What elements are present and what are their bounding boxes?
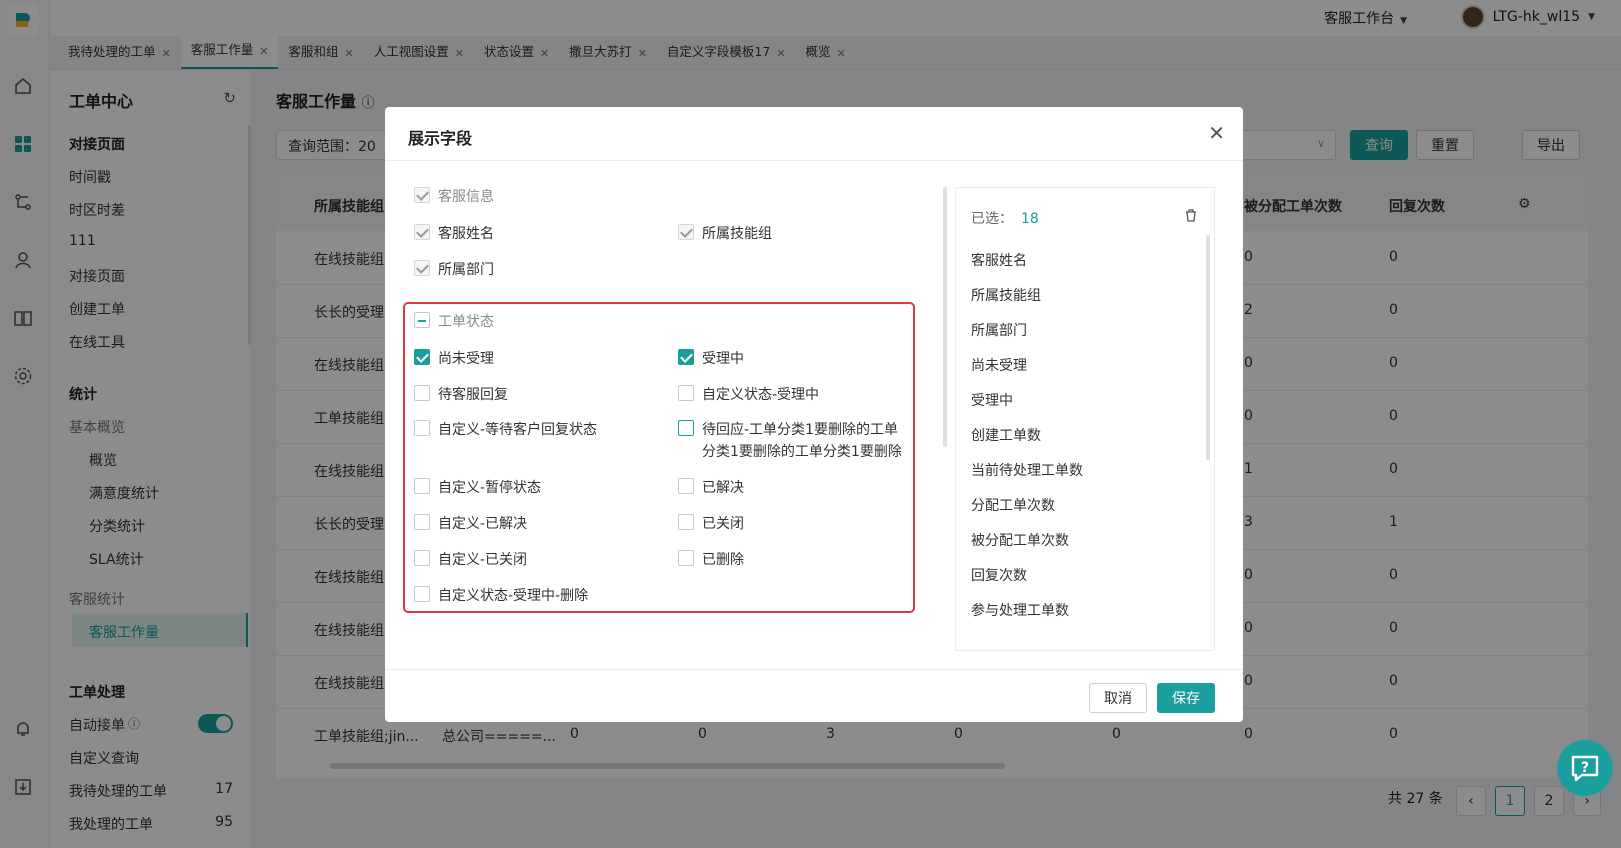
field-checkbox[interactable]	[678, 514, 694, 530]
selected-list-scrollbar[interactable]	[1206, 235, 1210, 460]
selected-field-item[interactable]: 受理中	[971, 390, 1013, 410]
selected-field-item[interactable]: 被分配工单次数	[971, 530, 1069, 550]
help-chat-button[interactable]: ?	[1557, 740, 1613, 796]
field-label: 所属技能组	[702, 226, 772, 242]
field-checkbox[interactable]	[414, 550, 430, 566]
field-checkbox[interactable]	[678, 478, 694, 494]
field-checkbox[interactable]	[678, 349, 694, 365]
selected-field-item[interactable]: 所属技能组	[971, 285, 1041, 305]
selected-fields-panel: 已选： 18 客服姓名 所属技能组 所属部门 尚未受理 受理中 创建工单数 当前待…	[955, 187, 1215, 651]
group-label: 客服信息	[438, 189, 494, 205]
display-fields-modal: 展示字段 ✕ 客服信息 客服姓名 所属技能组 所属部门 工单状态 尚未受理 受理…	[385, 107, 1243, 722]
field-label: 待客服回复	[438, 387, 508, 403]
field-label: 自定义-已关闭	[438, 552, 528, 568]
selected-field-item[interactable]: 尚未受理	[971, 355, 1027, 375]
selected-field-item[interactable]: 回复次数	[971, 565, 1027, 585]
field-checkbox[interactable]	[414, 586, 430, 602]
field-label: 已关闭	[702, 516, 744, 532]
group-label: 工单状态	[438, 314, 494, 330]
field-label: 客服姓名	[438, 226, 494, 242]
field-label: 待回应-工单分类1要删除的工单	[702, 422, 898, 438]
field-label: 受理中	[702, 351, 744, 367]
divider	[385, 669, 1243, 670]
field-label: 自定义-暂停状态	[438, 480, 542, 496]
field-checkbox[interactable]	[414, 385, 430, 401]
field-checkbox[interactable]	[678, 420, 694, 436]
field-label: 自定义-等待客户回复状态	[438, 422, 598, 438]
selected-field-item[interactable]: 当前待处理工单数	[971, 460, 1083, 480]
field-checkbox[interactable]	[414, 349, 430, 365]
selected-count: 已选： 18	[971, 211, 1039, 227]
selected-field-item[interactable]: 所属部门	[971, 320, 1027, 340]
field-label: 自定义状态-受理中	[702, 387, 820, 403]
field-checkbox[interactable]	[414, 478, 430, 494]
selected-field-item[interactable]: 创建工单数	[971, 425, 1041, 445]
selected-field-item[interactable]: 分配工单次数	[971, 495, 1055, 515]
close-icon[interactable]: ✕	[1208, 121, 1225, 145]
cancel-button[interactable]: 取消	[1089, 683, 1147, 713]
field-label: 所属部门	[438, 262, 494, 278]
modal-title: 展示字段	[408, 129, 473, 148]
selected-field-item[interactable]: 客服姓名	[971, 250, 1027, 270]
field-checkbox[interactable]	[414, 514, 430, 530]
field-checkbox[interactable]	[414, 224, 430, 240]
group-checkbox-ticket-status[interactable]	[414, 312, 430, 328]
divider	[385, 160, 1243, 161]
field-label: 自定义-已解决	[438, 516, 528, 532]
field-label: 自定义状态-受理中-删除	[438, 588, 589, 604]
field-label: 已解决	[702, 480, 744, 496]
group-checkbox-agent-info[interactable]	[414, 187, 430, 203]
save-button[interactable]: 保存	[1157, 683, 1215, 713]
field-label: 分类1要删除的工单分类1要删除	[702, 444, 902, 460]
selected-field-item[interactable]: 参与处理工单数	[971, 600, 1069, 620]
field-checkbox[interactable]	[678, 224, 694, 240]
svg-text:?: ?	[1581, 760, 1589, 776]
field-label: 尚未受理	[438, 351, 494, 367]
field-checkbox[interactable]	[678, 385, 694, 401]
field-checkbox[interactable]	[414, 420, 430, 436]
field-checkbox[interactable]	[678, 550, 694, 566]
field-checkbox[interactable]	[414, 260, 430, 276]
clear-trash-icon[interactable]	[1184, 208, 1198, 226]
field-list-scrollbar[interactable]	[943, 187, 947, 447]
field-label: 已删除	[702, 552, 744, 568]
